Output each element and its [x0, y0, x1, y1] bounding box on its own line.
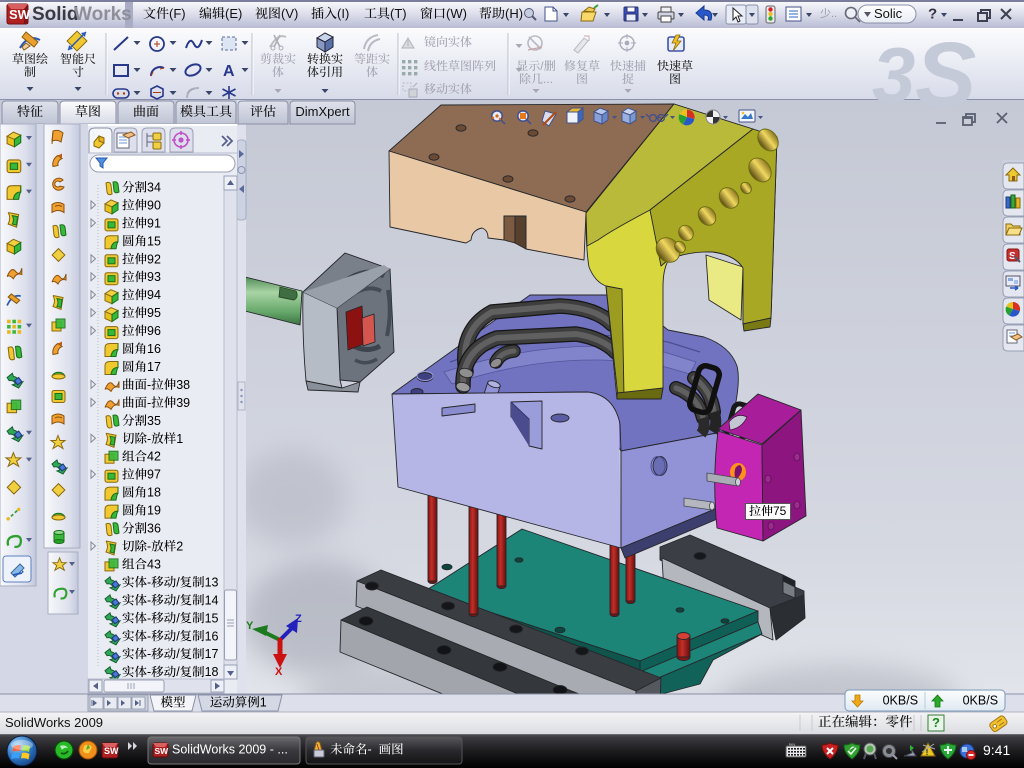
svg-text:-: -	[147, 540, 151, 554]
svg-text:...: ...	[543, 72, 553, 86]
svg-text:96: 96	[147, 324, 161, 338]
svg-text:35: 35	[147, 414, 161, 428]
svg-text:18: 18	[205, 665, 219, 679]
svg-text:92: 92	[147, 252, 161, 266]
svg-text:?: ?	[932, 715, 940, 730]
svg-text:SolidWorks 2009 - ...: SolidWorks 2009 - ...	[172, 743, 288, 757]
svg-text:1: 1	[260, 696, 267, 710]
svg-text:-: -	[147, 378, 151, 392]
svg-text:?: ?	[928, 6, 937, 23]
svg-text:95: 95	[147, 306, 161, 320]
svg-text:1: 1	[176, 432, 183, 446]
svg-text:(H): (H)	[505, 6, 523, 21]
svg-text:-: -	[147, 396, 151, 410]
svg-text:/: /	[176, 611, 180, 625]
svg-text:少..: 少..	[820, 7, 837, 20]
svg-text:Solic: Solic	[874, 6, 903, 21]
svg-text:75: 75	[773, 504, 787, 518]
svg-text:/: /	[176, 665, 180, 679]
svg-text:42: 42	[147, 450, 161, 464]
svg-text:19: 19	[147, 504, 161, 518]
svg-text:-: -	[147, 665, 151, 679]
svg-text:93: 93	[147, 270, 161, 284]
svg-text:/: /	[176, 629, 180, 643]
svg-text:X: X	[275, 666, 283, 678]
svg-text:Z: Z	[295, 613, 302, 625]
svg-text:-: -	[147, 575, 151, 589]
svg-text:-: -	[147, 647, 151, 661]
svg-text:S: S	[915, 24, 976, 126]
svg-text:Solid: Solid	[32, 4, 78, 25]
svg-text:/: /	[176, 593, 180, 607]
svg-text:18: 18	[147, 486, 161, 500]
svg-text:/: /	[176, 575, 180, 589]
svg-text:17: 17	[147, 360, 161, 374]
svg-text:15: 15	[205, 611, 219, 625]
svg-text:3: 3	[872, 31, 915, 119]
svg-text:-: -	[147, 611, 151, 625]
svg-text:14: 14	[205, 593, 219, 607]
svg-text:38: 38	[176, 378, 190, 392]
svg-text:SW: SW	[9, 7, 31, 22]
svg-text:DimXpert: DimXpert	[295, 104, 350, 119]
svg-text:17: 17	[205, 647, 219, 661]
svg-text:(W): (W)	[446, 6, 467, 21]
svg-text:Works: Works	[74, 4, 132, 25]
svg-text:90: 90	[147, 198, 161, 212]
svg-text:0KB/S: 0KB/S	[963, 694, 998, 708]
svg-text:91: 91	[147, 216, 161, 230]
svg-text:(I): (I)	[337, 6, 349, 21]
svg-text:-: -	[368, 743, 372, 757]
svg-text:Y: Y	[246, 620, 254, 632]
svg-text:key: key	[789, 742, 795, 747]
svg-text:97: 97	[147, 468, 161, 482]
svg-text:-: -	[147, 432, 151, 446]
svg-text:39: 39	[176, 396, 190, 410]
svg-text:15: 15	[147, 234, 161, 248]
svg-text:34: 34	[147, 181, 161, 195]
svg-text:9:41: 9:41	[983, 742, 1010, 758]
svg-text:16: 16	[205, 629, 219, 643]
svg-text:(E): (E)	[225, 6, 242, 21]
svg-text:A: A	[223, 63, 235, 80]
svg-text:(F): (F)	[169, 6, 186, 21]
svg-text:94: 94	[147, 288, 161, 302]
svg-text:(T): (T)	[390, 6, 407, 21]
svg-text:16: 16	[147, 342, 161, 356]
svg-text:/: /	[176, 647, 180, 661]
svg-text:0KB/S: 0KB/S	[883, 694, 918, 708]
svg-text:-: -	[147, 593, 151, 607]
svg-text:2: 2	[176, 540, 183, 554]
svg-text:SolidWorks 2009: SolidWorks 2009	[5, 715, 103, 730]
svg-text:SW: SW	[155, 746, 170, 756]
svg-text:SW: SW	[104, 746, 119, 756]
svg-text:43: 43	[147, 557, 161, 571]
svg-text:-: -	[147, 629, 151, 643]
svg-text:(V): (V)	[281, 6, 298, 21]
svg-text:13: 13	[205, 575, 219, 589]
svg-text:36: 36	[147, 522, 161, 536]
